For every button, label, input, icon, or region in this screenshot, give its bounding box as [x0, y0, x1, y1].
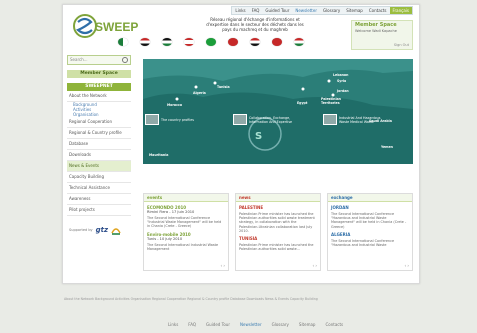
map-label[interactable]: Syria: [337, 79, 346, 83]
top-link-guided-tour[interactable]: Guided Tour: [262, 7, 292, 14]
map-label[interactable]: Morocco: [167, 103, 182, 107]
supported-by-label: Supported by: [69, 228, 93, 232]
top-link-glossary[interactable]: Glossary: [320, 7, 343, 14]
footer-link-links[interactable]: Links: [168, 322, 178, 327]
map-label[interactable]: Mauritania: [149, 153, 168, 157]
flag-icon[interactable]: [118, 38, 128, 46]
language-switch[interactable]: Français: [389, 7, 412, 14]
nav-item-regional-cooperation[interactable]: Regional Cooperation: [67, 117, 131, 128]
footer-link-sitemap[interactable]: Sitemap: [299, 322, 316, 327]
news-title[interactable]: PALESTINE: [236, 202, 320, 210]
promo-thumbnail: [323, 114, 337, 125]
top-link-links[interactable]: Links: [232, 7, 248, 14]
page-container: Links FAQ Guided Tour Newsletter Glossar…: [62, 4, 420, 284]
promo-thumbnail: [233, 114, 247, 125]
news-pager[interactable]: ‹ ›: [313, 263, 317, 268]
top-link-newsletter[interactable]: Newsletter: [292, 7, 320, 14]
nav-item-awareness[interactable]: Awareness: [67, 194, 131, 205]
event-title[interactable]: ECOMONDO 2010: [144, 202, 228, 210]
map-label[interactable]: Jordan: [337, 89, 349, 93]
event-body: The Second International Conference "Ind…: [147, 216, 222, 229]
search-input[interactable]: Search...: [67, 55, 131, 65]
top-link-contacts[interactable]: Contacts: [366, 7, 390, 14]
map-label[interactable]: Palestinian Territories: [321, 97, 351, 105]
footer-link-guided-tour[interactable]: Guided Tour: [206, 322, 230, 327]
flag-icon[interactable]: [184, 38, 194, 46]
nav-item-country-profile[interactable]: Regional & Country profile: [67, 128, 131, 139]
news-column: news PALESTINE Palestinian Prime ministe…: [235, 193, 321, 271]
map-label[interactable]: Algeria: [193, 91, 206, 95]
event-title[interactable]: Enviro-mobile 2010: [144, 229, 228, 237]
gtz-logo[interactable]: gtz: [96, 226, 108, 234]
nav-title: SWEEPNET: [67, 83, 131, 91]
exchange-pager[interactable]: ‹ ›: [405, 263, 409, 268]
regional-map[interactable]: S Lebanon Syria Jordan Palestinian Terri…: [143, 59, 413, 164]
nav-item-database[interactable]: Database: [67, 139, 131, 150]
flag-icon[interactable]: [294, 38, 304, 46]
member-box-welcome: Welcome Wadi Kapache: [355, 29, 397, 33]
search-icon[interactable]: [122, 57, 128, 63]
flag-icon[interactable]: [206, 38, 216, 46]
brand-name: SWEEPNET: [95, 20, 139, 34]
news-title[interactable]: TUNISIA: [236, 233, 320, 241]
flag-icon[interactable]: [162, 38, 172, 46]
footer-link-faq[interactable]: FAQ: [188, 322, 196, 327]
nav-item-technical-assistance[interactable]: Technical Assistance: [67, 183, 131, 194]
search-placeholder: Search...: [70, 57, 88, 62]
event-body: The Second International Industrial Wast…: [147, 242, 219, 251]
member-box: Member Space Welcome Wadi Kapache Sign O…: [351, 20, 413, 50]
exchange-title[interactable]: ALGERIA: [328, 229, 412, 237]
supported-by: Supported by gtz: [67, 222, 131, 238]
footer-link-contacts[interactable]: Contacts: [325, 322, 343, 327]
promo-country-profiles[interactable]: The country profiles: [145, 113, 209, 126]
flag-icon[interactable]: [228, 38, 238, 46]
nav-item-about[interactable]: About the Network: [67, 91, 131, 102]
top-link-faq[interactable]: FAQ: [249, 7, 263, 14]
exchange-body: The Second International Conference "Haz…: [331, 212, 407, 229]
promo-thumbnail: [145, 114, 159, 125]
member-space-button[interactable]: Member Space: [67, 70, 131, 78]
member-box-title: Member Space: [355, 22, 397, 28]
nav-item-pilot-projects[interactable]: Pilot projects: [67, 205, 131, 216]
nav-item-downloads[interactable]: Downloads: [67, 150, 131, 161]
promo-label: Industrial And Hazardous Waste Medical W…: [339, 115, 381, 124]
footer-link-newsletter[interactable]: Newsletter: [240, 322, 262, 327]
country-flags: [118, 38, 304, 46]
sidebar: Search... Member Space SWEEPNET About th…: [67, 55, 131, 238]
map-label[interactable]: Egypt: [297, 101, 307, 105]
exchange-column: exchange JORDAN The Second International…: [327, 193, 413, 271]
top-link-sitemap[interactable]: Sitemap: [343, 7, 366, 14]
exchange-header: exchange: [328, 194, 412, 202]
promo-industrial-waste[interactable]: Industrial And Hazardous Waste Medical W…: [323, 113, 387, 126]
footer-link-glossary[interactable]: Glossary: [272, 322, 289, 327]
news-body: Palestinian Prime minister has launched …: [239, 212, 315, 233]
events-column: events ECOMONDO 2010 Rimini Fiera - 17 J…: [143, 193, 229, 271]
partner-logo-icon[interactable]: [111, 225, 121, 235]
events-header: events: [144, 194, 228, 202]
sweepnet-logo[interactable]: SWEEPNET: [73, 13, 139, 39]
svg-text:S: S: [255, 131, 262, 142]
top-links: Links FAQ Guided Tour Newsletter Glossar…: [231, 6, 413, 15]
flag-icon[interactable]: [272, 38, 282, 46]
footer-sitemap: About the Network Background Activities …: [64, 297, 318, 301]
map-label[interactable]: Yemen: [381, 145, 393, 149]
events-pager[interactable]: ‹ ›: [221, 263, 225, 268]
news-body: Palestinian Prime minister has launched …: [239, 243, 314, 252]
exchange-body: The Second International Conference "Haz…: [331, 238, 395, 248]
nav-item-capacity-building[interactable]: Capacity Building: [67, 172, 131, 183]
promo-label: The country profiles: [161, 117, 194, 122]
sign-out-link[interactable]: Sign Out: [394, 43, 409, 47]
map-graphic: S: [143, 59, 413, 164]
news-header: news: [236, 194, 320, 202]
exchange-title[interactable]: JORDAN: [328, 202, 412, 210]
flag-icon[interactable]: [140, 38, 150, 46]
map-label[interactable]: Tunisia: [217, 85, 230, 89]
promo-collaboration[interactable]: Collaboration, Exchange, Information And…: [233, 113, 297, 126]
tagline: Réseau régional d'échange d'informations…: [206, 17, 304, 32]
promo-label: Collaboration, Exchange, Information And…: [249, 115, 293, 124]
footer-links: Links FAQ Guided Tour Newsletter Glossar…: [168, 322, 343, 327]
map-label[interactable]: Lebanon: [333, 73, 348, 77]
flag-icon[interactable]: [250, 38, 260, 46]
nav-item-news-events[interactable]: News & Events: [67, 161, 131, 172]
